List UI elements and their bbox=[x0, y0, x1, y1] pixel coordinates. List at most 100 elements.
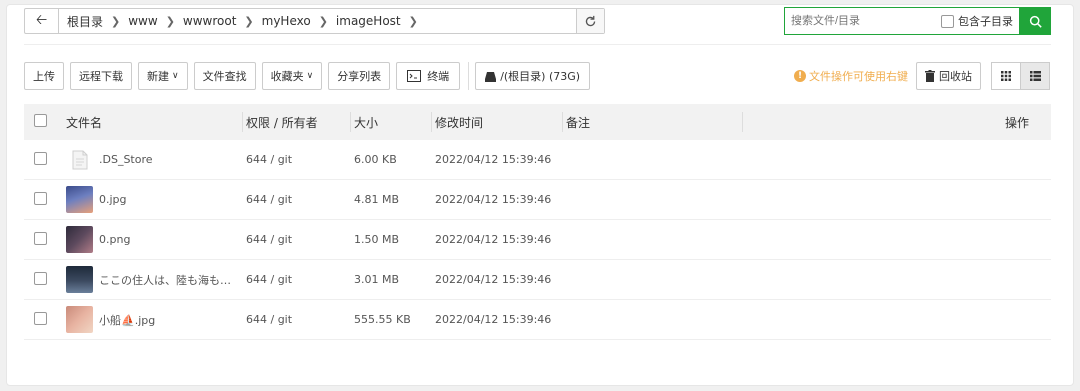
include-subdir-label: 包含子目录 bbox=[958, 15, 1013, 28]
header-op: 操作 bbox=[1004, 115, 1029, 130]
row-checkbox[interactable] bbox=[34, 271, 47, 285]
breadcrumb: 根目录 ❯ www ❯ wwwroot ❯ myHexo ❯ imageHost… bbox=[59, 9, 576, 33]
file-name[interactable]: .DS_Store bbox=[99, 153, 153, 166]
header-perm[interactable]: 权限 / 所有者 bbox=[242, 114, 350, 131]
divider bbox=[468, 62, 470, 90]
column-divider[interactable] bbox=[242, 112, 243, 132]
file-name[interactable]: 0.png bbox=[99, 233, 130, 246]
context-menu-tip: ! 文件操作可使用右键 bbox=[794, 68, 908, 84]
include-subdir-checkbox[interactable]: 包含子目录 bbox=[941, 13, 1013, 29]
file-name[interactable]: ここの住人は、陸も海も… bbox=[99, 272, 231, 288]
column-divider[interactable] bbox=[742, 112, 743, 132]
column-divider[interactable] bbox=[350, 112, 351, 132]
chevron-right-icon: ❯ bbox=[165, 14, 175, 28]
breadcrumb-root[interactable]: 根目录 bbox=[63, 13, 107, 30]
row-checkbox-cell bbox=[24, 311, 66, 328]
file-perm[interactable]: 644 / git bbox=[242, 273, 350, 286]
disk-label: /(根目录) (73G) bbox=[500, 70, 581, 83]
tip-text: 文件操作可使用右键 bbox=[809, 70, 908, 83]
breadcrumb-www[interactable]: www bbox=[124, 14, 161, 28]
file-perm[interactable]: 644 / git bbox=[242, 313, 350, 326]
table-row[interactable]: 0.png 644 / git 1.50 MB 2022/04/12 15:39… bbox=[24, 220, 1051, 260]
terminal-icon bbox=[407, 70, 422, 82]
arrow-left-icon: 🡠 bbox=[35, 12, 48, 28]
chevron-down-icon: ∨ bbox=[306, 71, 314, 81]
remote-download-button[interactable]: 远程下载 bbox=[70, 62, 132, 90]
file-time: 2022/04/12 15:39:46 bbox=[435, 233, 552, 246]
file-size: 6.00 KB bbox=[354, 153, 397, 166]
chevron-down-icon: ∨ bbox=[172, 71, 179, 81]
table-row[interactable]: ここの住人は、陸も海も… 644 / git 3.01 MB 2022/04/1… bbox=[24, 260, 1051, 300]
file-time: 2022/04/12 15:39:46 bbox=[435, 313, 552, 326]
file-search-button[interactable]: 文件查找 bbox=[193, 62, 256, 90]
table-header: 文件名 权限 / 所有者 大小 修改时间 备注 操作 bbox=[24, 104, 1051, 140]
file-time: 2022/04/12 15:39:46 bbox=[435, 193, 552, 206]
header-note: 备注 bbox=[566, 115, 591, 130]
header-name[interactable]: 文件名 bbox=[66, 114, 242, 131]
row-checkbox-cell bbox=[24, 231, 66, 248]
info-icon: ! bbox=[794, 70, 806, 82]
row-checkbox[interactable] bbox=[34, 191, 47, 205]
image-thumbnail bbox=[66, 266, 93, 293]
view-toggle bbox=[991, 62, 1050, 90]
file-perm[interactable]: 644 / git bbox=[242, 233, 350, 246]
row-checkbox[interactable] bbox=[34, 231, 47, 245]
grid-view-button[interactable] bbox=[991, 62, 1021, 90]
image-thumbnail bbox=[66, 226, 93, 253]
search-icon bbox=[1029, 15, 1042, 28]
share-list-button[interactable]: 分享列表 bbox=[328, 62, 391, 90]
file-name[interactable]: 小船⛵.jpg bbox=[99, 312, 155, 328]
column-divider[interactable] bbox=[562, 112, 563, 132]
row-checkbox-cell bbox=[24, 191, 66, 208]
breadcrumb-imagehost[interactable]: imageHost bbox=[332, 14, 405, 28]
row-checkbox[interactable] bbox=[34, 311, 47, 325]
file-name-cell: 0.png bbox=[66, 226, 242, 253]
trash-icon bbox=[925, 70, 935, 82]
new-button[interactable]: 新建 ∨ bbox=[138, 62, 188, 90]
image-thumbnail bbox=[66, 306, 93, 333]
image-thumbnail bbox=[66, 186, 93, 213]
column-divider[interactable] bbox=[431, 112, 432, 132]
terminal-label: 终端 bbox=[427, 70, 450, 83]
file-perm[interactable]: 644 / git bbox=[242, 153, 350, 166]
select-all-checkbox[interactable] bbox=[34, 114, 47, 127]
favorites-button[interactable]: 收藏夹 ∨ bbox=[261, 62, 323, 90]
document-icon bbox=[66, 146, 93, 173]
checkbox[interactable] bbox=[941, 14, 954, 28]
header-size[interactable]: 大小 bbox=[350, 114, 431, 131]
file-name[interactable]: 0.jpg bbox=[99, 193, 127, 206]
file-size: 4.81 MB bbox=[354, 193, 400, 206]
table-row[interactable]: 0.jpg 644 / git 4.81 MB 2022/04/12 15:39… bbox=[24, 180, 1051, 220]
file-name-cell: 0.jpg bbox=[66, 186, 242, 213]
breadcrumb-myhexo[interactable]: myHexo bbox=[258, 14, 315, 28]
search-button[interactable] bbox=[1019, 7, 1051, 35]
refresh-icon bbox=[585, 15, 596, 26]
file-name-cell: 小船⛵.jpg bbox=[66, 306, 242, 333]
table-row[interactable]: 小船⛵.jpg 644 / git 555.55 KB 2022/04/12 1… bbox=[24, 300, 1051, 340]
file-time: 2022/04/12 15:39:46 bbox=[435, 153, 552, 166]
chevron-right-icon: ❯ bbox=[408, 14, 418, 28]
list-icon bbox=[1029, 71, 1041, 81]
header-time[interactable]: 修改时间 bbox=[431, 114, 562, 131]
back-button[interactable]: 🡠 bbox=[25, 9, 59, 33]
search-input[interactable] bbox=[785, 9, 935, 33]
terminal-button[interactable]: 终端 bbox=[396, 62, 461, 90]
disk-button[interactable]: /(根目录) (73G) bbox=[475, 62, 591, 90]
breadcrumb-wwwroot[interactable]: wwwroot bbox=[179, 14, 241, 28]
file-size: 3.01 MB bbox=[354, 273, 400, 286]
path-bar: 🡠 根目录 ❯ www ❯ wwwroot ❯ myHexo ❯ imageHo… bbox=[24, 8, 605, 34]
favorites-label: 收藏夹 bbox=[270, 70, 304, 83]
table-row[interactable]: .DS_Store 644 / git 6.00 KB 2022/04/12 1… bbox=[24, 140, 1051, 180]
file-size: 555.55 KB bbox=[354, 313, 411, 326]
recycle-label: 回收站 bbox=[939, 70, 972, 83]
row-checkbox[interactable] bbox=[34, 151, 47, 165]
row-checkbox-cell bbox=[24, 271, 66, 288]
file-perm[interactable]: 644 / git bbox=[242, 193, 350, 206]
recycle-bin-button[interactable]: 回收站 bbox=[916, 62, 981, 90]
list-view-button[interactable] bbox=[1020, 62, 1050, 90]
search-box: 包含子目录 bbox=[784, 7, 1051, 35]
disk-icon bbox=[485, 71, 497, 82]
new-label: 新建 bbox=[147, 70, 169, 83]
refresh-button[interactable] bbox=[576, 9, 604, 33]
upload-button[interactable]: 上传 bbox=[24, 62, 64, 90]
